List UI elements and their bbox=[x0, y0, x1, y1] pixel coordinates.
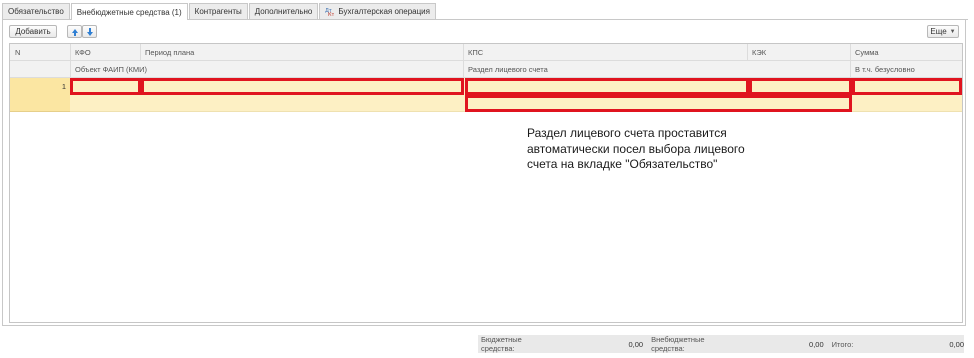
column-divider bbox=[140, 44, 141, 61]
kek-cell-highlight[interactable] bbox=[749, 78, 852, 95]
chevron-down-icon: ▼ bbox=[949, 28, 956, 35]
move-down-button[interactable] bbox=[82, 25, 97, 38]
column-divider bbox=[70, 44, 71, 78]
total-value: 0,00 bbox=[949, 339, 964, 349]
column-header-account-section[interactable]: Раздел лицевого счета bbox=[463, 61, 850, 78]
annotation-line-3: счета на вкладке "Обязательство" bbox=[527, 157, 718, 172]
extrabudget-table: N КФО Период плана КПС КЭК Сумма Объект … bbox=[9, 43, 963, 323]
column-header-kps[interactable]: КПС bbox=[463, 44, 747, 61]
accounting-operation-icon: Дт Кт bbox=[325, 7, 335, 18]
column-divider bbox=[747, 44, 748, 61]
tab-additional-label: Дополнительно bbox=[254, 7, 313, 16]
plan-period-cell-highlight[interactable] bbox=[141, 78, 464, 95]
totals-bar: Бюджетные средства: 0,00 Внебюджетные ср… bbox=[478, 335, 964, 353]
column-header-kfo[interactable]: КФО bbox=[70, 44, 140, 61]
annotation-line-1: Раздел лицевого счета проставится bbox=[527, 126, 727, 140]
arrow-down-icon bbox=[86, 27, 93, 36]
more-menu-label: Еще bbox=[930, 27, 947, 36]
tab-extrabudget-funds-label: Внебюджетные средства (1) bbox=[76, 7, 182, 17]
budget-funds-value: 0,00 bbox=[628, 339, 644, 349]
annotation-note: Раздел лицевого счета проставится автома… bbox=[527, 126, 817, 173]
account-section-cell-highlight[interactable] bbox=[465, 95, 852, 112]
table-header-row: N КФО Период плана КПС КЭК Сумма bbox=[10, 44, 962, 61]
row-number: 1 bbox=[61, 82, 66, 91]
column-header-faip-object[interactable]: Объект ФАИП (КМИ) bbox=[70, 61, 463, 78]
annotation-line-2: автоматически посел выбора лицевого bbox=[527, 141, 745, 156]
tab-additional[interactable]: Дополнительно bbox=[248, 3, 319, 19]
kfo-cell-highlight[interactable] bbox=[70, 78, 141, 95]
column-header-sum[interactable]: Сумма bbox=[850, 44, 962, 61]
budget-funds-label: Бюджетные средства: bbox=[481, 335, 522, 353]
column-header-plan-period[interactable]: Период плана bbox=[140, 44, 463, 61]
sum-cell-highlight[interactable] bbox=[852, 78, 962, 95]
tab-obligation[interactable]: Обязательство bbox=[2, 3, 70, 19]
more-menu-button[interactable]: Еще ▼ bbox=[927, 25, 959, 38]
column-header-kek[interactable]: КЭК bbox=[747, 44, 850, 61]
kps-cell-highlight[interactable] bbox=[465, 78, 749, 95]
tab-extrabudget-funds[interactable]: Внебюджетные средства (1) bbox=[70, 3, 188, 20]
tab-accounting-operation-label: Бухгалтерская операция bbox=[338, 7, 430, 16]
column-divider bbox=[850, 44, 851, 78]
row-number-cell[interactable]: 1 bbox=[10, 78, 70, 112]
svg-text:Кт: Кт bbox=[328, 12, 334, 16]
tab-bar: Обязательство Внебюджетные средства (1) … bbox=[2, 3, 437, 20]
extrabudget-funds-value: 0,00 bbox=[809, 339, 824, 349]
column-header-including-unconditional[interactable]: В т.ч. безусловно bbox=[850, 61, 962, 78]
extrabudget-funds-panel: Добавить Еще ▼ N КФО Период плана КПС КЭК… bbox=[2, 19, 966, 326]
column-header-n[interactable]: N bbox=[10, 44, 70, 61]
tab-accounting-operation[interactable]: Дт Кт Бухгалтерская операция bbox=[319, 3, 436, 19]
tab-counterparties[interactable]: Контрагенты bbox=[188, 3, 248, 19]
column-divider bbox=[463, 44, 464, 78]
tab-counterparties-label: Контрагенты bbox=[194, 7, 242, 16]
tab-obligation-label: Обязательство bbox=[8, 7, 64, 16]
add-button[interactable]: Добавить bbox=[9, 25, 57, 38]
extrabudget-funds-label: Внебюджетные средства: bbox=[651, 335, 705, 353]
move-up-button[interactable] bbox=[67, 25, 82, 38]
table-subheader-row: Объект ФАИП (КМИ) Раздел лицевого счета … bbox=[10, 61, 962, 78]
total-label: Итого: bbox=[831, 339, 854, 349]
arrow-up-icon bbox=[71, 28, 78, 36]
